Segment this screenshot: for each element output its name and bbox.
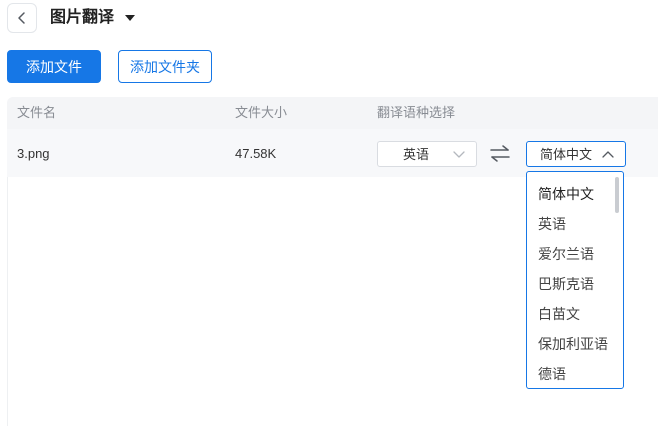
image-translate-page: 图片翻译 添加文件 添加文件夹 文件名 文件大小 翻译语种选择 3.png 47… bbox=[0, 0, 658, 426]
page-title: 图片翻译 bbox=[50, 9, 115, 26]
target-language-dropdown: 简体中文 英语 爱尔兰语 巴斯克语 白苗文 保加利亚语 德语 bbox=[526, 171, 624, 389]
source-language-select[interactable]: 英语 bbox=[377, 141, 477, 167]
dropdown-option[interactable]: 白苗文 bbox=[538, 305, 580, 323]
source-language-value: 英语 bbox=[403, 147, 430, 162]
chevron-up-icon bbox=[602, 151, 614, 158]
file-size-cell: 47.58K bbox=[235, 146, 277, 161]
chevron-left-icon bbox=[18, 12, 25, 24]
dropdown-option[interactable]: 爱尔兰语 bbox=[538, 245, 594, 263]
dropdown-option[interactable]: 德语 bbox=[538, 365, 566, 383]
dropdown-option[interactable]: 英语 bbox=[538, 215, 566, 233]
target-language-select[interactable]: 简体中文 bbox=[526, 141, 626, 167]
add-file-button[interactable]: 添加文件 bbox=[7, 50, 101, 83]
column-header-language: 翻译语种选择 bbox=[377, 105, 456, 120]
file-name-cell: 3.png bbox=[17, 146, 50, 161]
add-folder-button[interactable]: 添加文件夹 bbox=[118, 50, 212, 83]
chevron-down-icon bbox=[453, 151, 465, 158]
dropdown-option[interactable]: 巴斯克语 bbox=[538, 275, 594, 293]
target-language-value: 简体中文 bbox=[540, 147, 593, 162]
column-header-file-size: 文件大小 bbox=[235, 105, 288, 120]
dropdown-option[interactable]: 保加利亚语 bbox=[538, 335, 608, 353]
column-header-file-name: 文件名 bbox=[17, 105, 57, 120]
caret-down-icon[interactable] bbox=[124, 13, 136, 23]
table-header: 文件名 文件大小 翻译语种选择 bbox=[7, 97, 658, 129]
dropdown-scrollbar[interactable] bbox=[615, 177, 619, 213]
swap-arrows-icon[interactable] bbox=[488, 144, 512, 164]
dropdown-option[interactable]: 简体中文 bbox=[538, 185, 594, 203]
back-button[interactable] bbox=[7, 3, 37, 33]
